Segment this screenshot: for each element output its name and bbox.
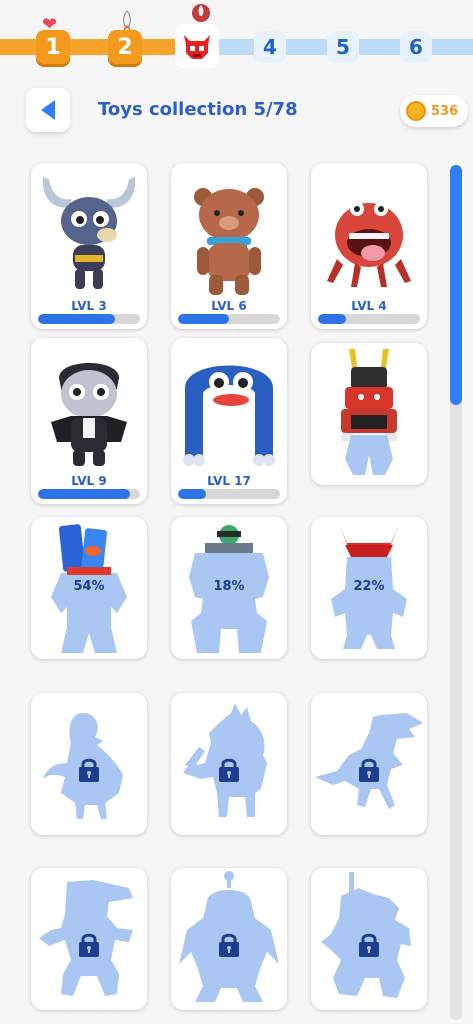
toy-card-locked[interactable]	[31, 868, 147, 1010]
toy-level-progress-fill	[38, 489, 130, 499]
coin-count: 536	[431, 103, 459, 119]
progress-node-2: 2	[108, 30, 142, 64]
toy-card-locked[interactable]	[311, 868, 427, 1010]
toy-level-progress	[178, 489, 280, 499]
level-progress-track: ❤ 1 2 4 5 6	[0, 0, 473, 80]
toy-card-partial-2[interactable]: 18%	[171, 517, 287, 659]
back-button[interactable]	[26, 88, 70, 132]
toy-card-arch-monster[interactable]: LVL 17	[171, 338, 287, 504]
lock-icon	[359, 933, 379, 957]
toy-card-teddy-bear[interactable]: LVL 6	[171, 163, 287, 329]
progress-node-1: 1	[36, 30, 70, 64]
toy-card-viking-bull[interactable]: LVL 3	[31, 163, 147, 329]
toy-level-progress-fill	[38, 314, 115, 324]
collection-percent: 18%	[213, 579, 245, 594]
teddy-bear-toy	[194, 188, 264, 295]
progress-node-4: 4	[254, 31, 286, 63]
toy-card-partial-3[interactable]: 22%	[311, 517, 427, 659]
toy-card-locked[interactable]	[171, 693, 287, 835]
toy-level-label: LVL 3	[71, 299, 107, 313]
lock-icon	[79, 758, 99, 782]
toy-level-progress	[178, 314, 280, 324]
rocket-icon	[123, 10, 131, 31]
toy-level-progress-fill	[318, 314, 346, 324]
coin-icon	[406, 101, 426, 121]
toy-level-label: LVL 4	[351, 299, 387, 313]
progress-node-6: 6	[400, 31, 432, 63]
lock-icon	[359, 758, 379, 782]
toy-card-partial-1[interactable]: 54%	[31, 517, 147, 659]
toy-level-label: LVL 6	[211, 299, 247, 313]
coin-balance: 536	[400, 95, 468, 127]
viking-bull-toy	[42, 177, 136, 289]
collection-percent: 54%	[73, 579, 105, 594]
vampire-toy	[51, 363, 127, 466]
progress-completed-bar	[0, 39, 190, 55]
scrollbar-thumb[interactable]	[450, 165, 462, 405]
toy-level-progress	[38, 489, 140, 499]
lock-icon	[219, 933, 239, 957]
toy-level-progress-fill	[178, 314, 229, 324]
toy-card-samurai-robot[interactable]	[311, 343, 427, 485]
toy-card-locked[interactable]	[171, 868, 287, 1010]
toy-card-locked[interactable]	[31, 693, 147, 835]
toy-level-progress	[318, 314, 420, 324]
lock-icon	[219, 758, 239, 782]
toy-card-vampire[interactable]: LVL 9	[31, 338, 147, 504]
lock-icon	[79, 933, 99, 957]
red-crab-monster-toy	[327, 202, 411, 287]
toy-level-progress-fill	[178, 489, 206, 499]
collection-percent: 22%	[353, 579, 385, 594]
toy-level-label: LVL 17	[207, 474, 251, 488]
samurai-robot-toy	[341, 349, 397, 475]
demon-skull-icon	[184, 35, 210, 59]
page-title: Toys collection 5/78	[98, 99, 298, 120]
toy-card-crab-monster[interactable]: LVL 4	[311, 163, 427, 329]
rocket-icon	[192, 4, 210, 22]
blue-arch-monster-toy	[183, 365, 275, 466]
back-arrow-icon	[41, 100, 55, 120]
toy-level-label: LVL 9	[71, 474, 107, 488]
toy-level-progress	[38, 314, 140, 324]
progress-node-5: 5	[327, 31, 359, 63]
progress-node-current	[175, 24, 219, 68]
toy-card-locked[interactable]	[311, 693, 427, 835]
